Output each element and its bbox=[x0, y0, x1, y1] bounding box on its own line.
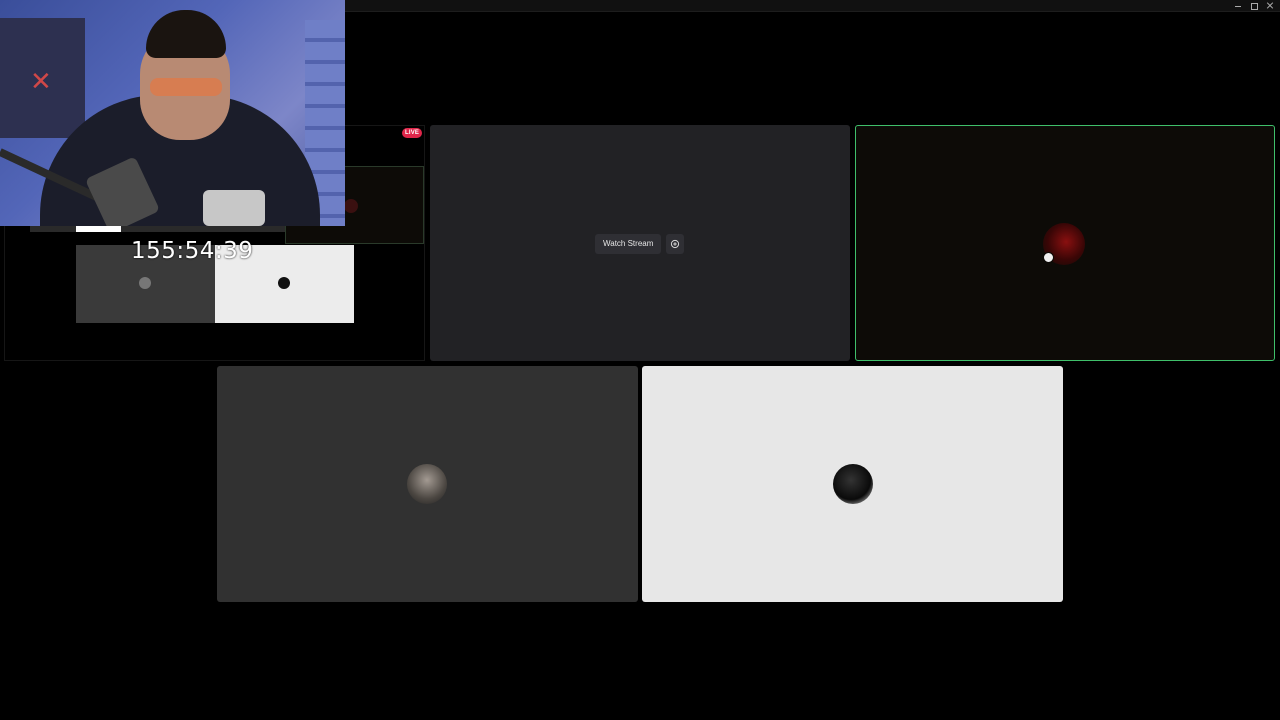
popout-icon bbox=[670, 239, 680, 249]
participant-avatar bbox=[833, 464, 873, 504]
watch-stream-button[interactable]: Watch Stream bbox=[595, 234, 662, 254]
close-icon[interactable] bbox=[1266, 2, 1274, 10]
live-badge: LIVE bbox=[402, 128, 423, 138]
mini-avatar bbox=[278, 277, 290, 289]
participant-tile[interactable] bbox=[642, 366, 1063, 602]
wall-poster bbox=[0, 18, 85, 138]
mini-avatar bbox=[139, 277, 151, 289]
participant-tile-speaking[interactable] bbox=[855, 125, 1275, 361]
mini-avatar bbox=[344, 199, 358, 213]
participant-avatar bbox=[407, 464, 447, 504]
maximize-icon[interactable] bbox=[1250, 2, 1258, 10]
phone bbox=[203, 190, 265, 226]
participant-tile[interactable] bbox=[217, 366, 638, 602]
overlay-progress-fill bbox=[76, 226, 121, 232]
popout-button[interactable] bbox=[666, 234, 684, 254]
streamer-hair bbox=[146, 10, 226, 58]
stream-timer: 155:54:39 bbox=[131, 238, 254, 264]
minimize-icon[interactable] bbox=[1234, 2, 1242, 10]
overlay-progress-track bbox=[30, 226, 285, 232]
window-controls bbox=[1234, 0, 1274, 12]
webcam-overlay bbox=[0, 0, 345, 226]
streamer-glasses bbox=[150, 78, 222, 96]
speaker-indicator-icon bbox=[1043, 252, 1054, 263]
